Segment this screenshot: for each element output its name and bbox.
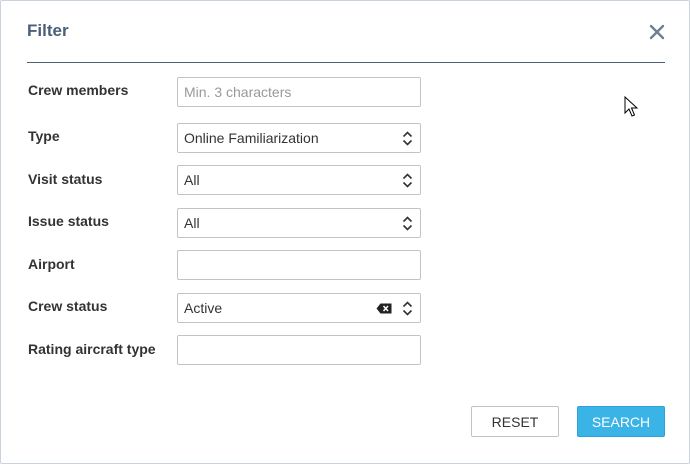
updown-arrows-icon [402,216,413,231]
visit-status-value: All [184,172,200,188]
type-label: Type [28,128,60,144]
title-divider [27,62,665,63]
airport-label: Airport [28,256,75,272]
dialog-title: Filter [27,21,69,40]
crew-members-input[interactable]: Min. 3 characters [177,77,421,107]
updown-arrows-icon [402,301,413,316]
filter-dialog: Filter Crew members Min. 3 characters Ty… [0,0,690,464]
type-select[interactable]: Online Familiarization [177,123,421,153]
issue-status-label: Issue status [28,213,109,229]
updown-arrows-icon [402,173,413,188]
crew-members-placeholder: Min. 3 characters [184,84,292,100]
visit-status-label: Visit status [28,171,103,187]
updown-arrows-icon [402,131,413,146]
visit-status-select[interactable]: All [177,165,421,195]
type-value: Online Familiarization [184,130,319,146]
issue-status-select[interactable]: All [177,208,421,238]
crew-status-label: Crew status [28,298,108,314]
close-icon[interactable] [646,21,668,43]
backspace-clear-icon[interactable] [376,303,392,314]
mouse-cursor-icon [624,96,638,117]
issue-status-value: All [184,215,200,231]
crew-status-value: Active [184,300,223,316]
crew-status-select[interactable]: Active [177,293,421,323]
airport-input[interactable] [177,250,421,280]
rating-aircraft-type-label: Rating aircraft type [28,341,156,357]
rating-aircraft-type-input[interactable] [177,335,421,365]
crew-members-label: Crew members [28,82,129,98]
reset-button[interactable]: RESET [471,406,559,437]
search-button[interactable]: SEARCH [577,406,665,437]
